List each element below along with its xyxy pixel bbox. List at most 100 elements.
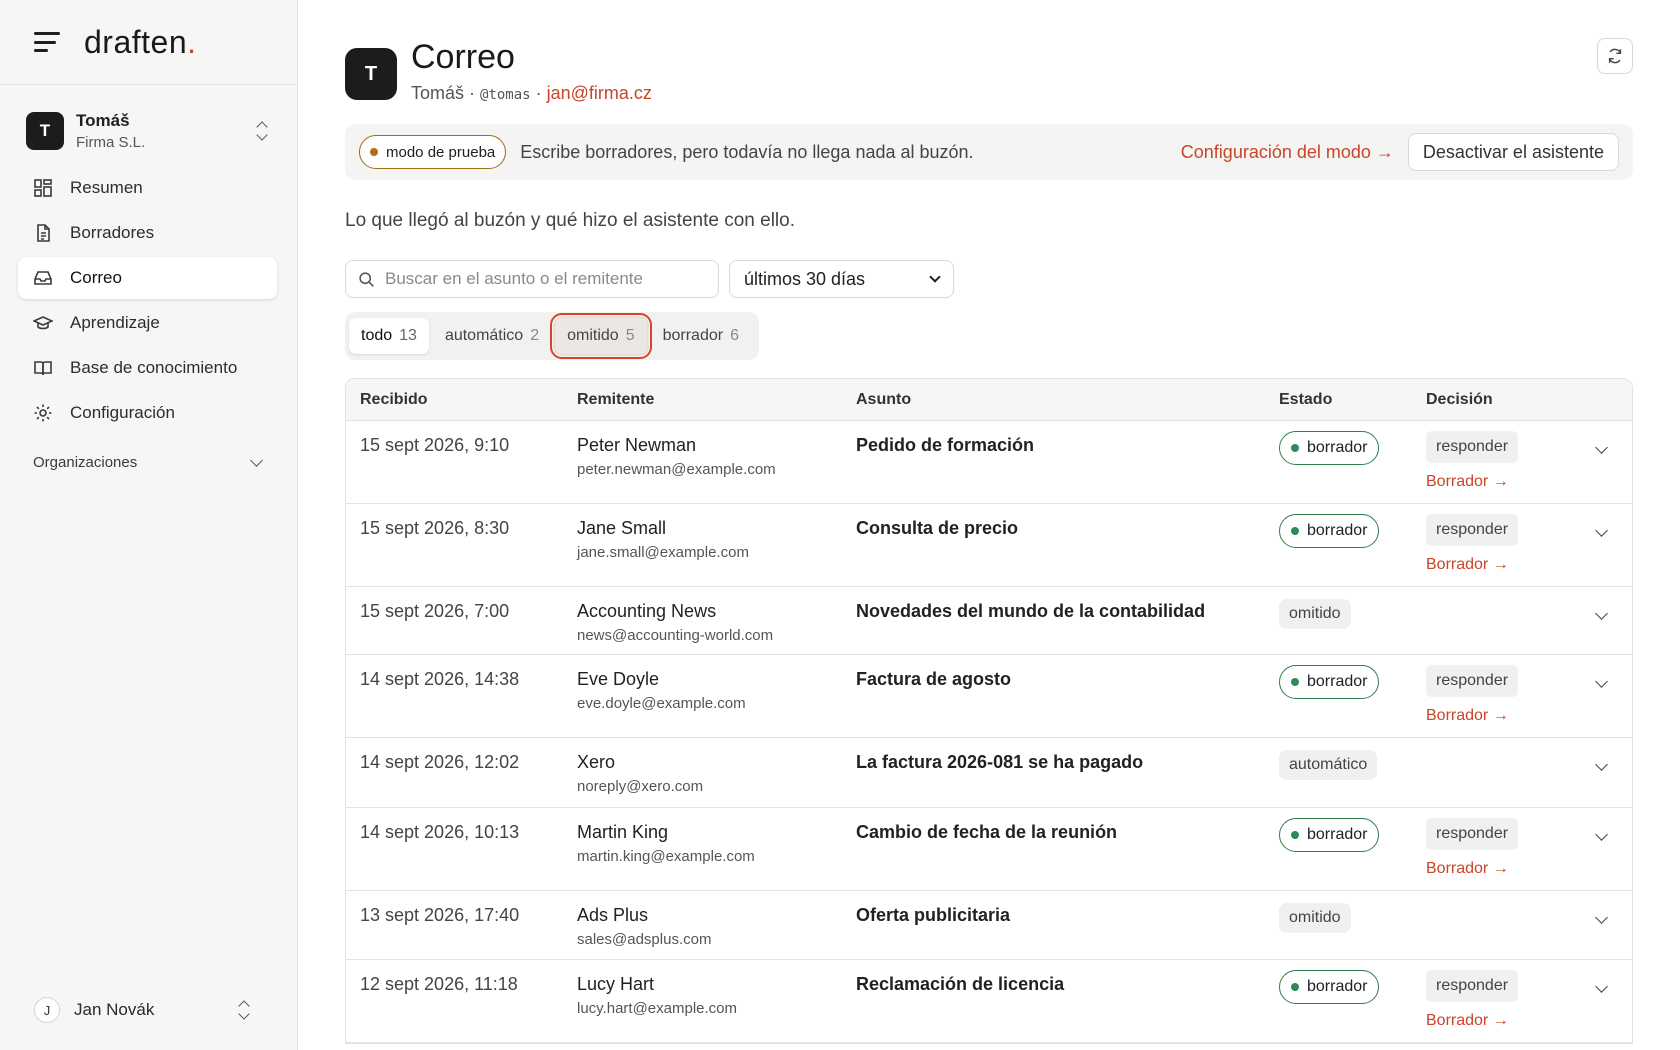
draft-link[interactable]: Borrador → (1426, 860, 1632, 878)
tab-label: automático (444, 327, 524, 344)
tab-automatico[interactable]: automático 2 (433, 318, 551, 354)
mailbox-handle: @tomas (480, 87, 531, 103)
test-mode-banner: modo de prueba Escribe borradores, pero … (345, 124, 1633, 180)
cell-received: 13 sept 2026, 17:40 (360, 905, 520, 925)
status-badge: borrador (1279, 665, 1380, 699)
cell-sender-name: Xero (577, 752, 616, 772)
cell-received: 15 sept 2026, 7:00 (360, 601, 510, 621)
sidebar-item-aprendizaje[interactable]: Aprendizaje (18, 302, 277, 344)
status-dot-icon (1291, 983, 1299, 991)
cell-received: 14 sept 2026, 12:02 (360, 752, 520, 772)
draft-link[interactable]: Borrador → (1426, 556, 1632, 574)
banner-message: Escribe borradores, pero todavía no lleg… (520, 141, 974, 162)
table-row[interactable]: 14 sept 2026, 12:02 Xero noreply@xero.com… (346, 738, 1632, 808)
disable-assistant-button[interactable]: Desactivar el asistente (1407, 133, 1619, 171)
organizations-toggle[interactable]: Organizaciones (33, 454, 263, 471)
tab-borrador[interactable]: borrador 6 (651, 318, 751, 354)
status-dot-icon (1291, 527, 1299, 535)
cell-sender-email: sales@adsplus.com (577, 931, 712, 948)
gear-icon (33, 403, 53, 423)
cell-received: 14 sept 2026, 14:38 (360, 669, 520, 689)
cell-sender-email: news@accounting-world.com (577, 627, 774, 644)
cell-sender-email: lucy.hart@example.com (577, 1000, 738, 1017)
mailbox-avatar: T (345, 48, 397, 100)
sidebar-item-correo[interactable]: Correo (18, 257, 277, 299)
decision-badge: responder (1426, 431, 1519, 463)
tab-label: omitido (567, 327, 619, 344)
chevron-down-icon (929, 270, 941, 283)
sidebar-item-borradores[interactable]: Borradores (18, 212, 277, 254)
refresh-button[interactable] (1597, 38, 1633, 74)
cell-subject: Oferta publicitaria (856, 905, 1011, 925)
document-icon (33, 223, 53, 243)
sidebar-item-label: Configuración (70, 403, 175, 422)
book-icon (33, 358, 53, 378)
main-content: T Correo Tomáš · @tomas · jan@firma.cz m… (345, 0, 1633, 1050)
table-header: Recibido Remitente Asunto Estado Decisió… (346, 379, 1632, 421)
status-label: borrador (1307, 978, 1368, 995)
sidebar-item-label: Aprendizaje (70, 313, 160, 332)
tab-omitido[interactable]: omitido 5 (550, 313, 652, 359)
table-row[interactable]: 15 sept 2026, 8:30 Jane Small jane.small@… (346, 504, 1632, 587)
draft-link[interactable]: Borrador → (1426, 473, 1632, 491)
separator: · (464, 83, 481, 103)
cell-sender-name: Peter Newman (577, 435, 697, 455)
decision-badge: responder (1426, 514, 1519, 546)
tab-todo[interactable]: todo 13 (349, 318, 429, 354)
table-row[interactable]: 14 sept 2026, 10:13 Martin King martin.ki… (346, 808, 1632, 891)
table-row[interactable]: 15 sept 2026, 9:10 Peter Newman peter.new… (346, 421, 1632, 504)
menu-icon[interactable] (34, 32, 60, 52)
column-header-decision: Decisión (1426, 390, 1493, 408)
mailbox-email[interactable]: jan@firma.cz (547, 83, 652, 103)
sidebar-item-configuracion[interactable]: Configuración (18, 392, 277, 434)
user-menu[interactable]: J Jan Novák (34, 992, 261, 1028)
inbox-icon (33, 268, 53, 288)
mode-settings-link[interactable]: Configuración del modo → (1181, 142, 1394, 163)
sidebar-item-label: Correo (70, 268, 122, 287)
account-company: Firma S.L. (76, 134, 146, 151)
period-select[interactable]: últimos 30 días (729, 260, 954, 298)
refresh-icon (1608, 48, 1622, 64)
cell-sender-email: eve.doyle@example.com (577, 695, 746, 712)
sidebar-item-label: Resumen (70, 178, 143, 197)
sidebar: draften. T Tomáš Firma S.L. Resumen Borr… (0, 0, 298, 1050)
cell-sender-email: noreply@xero.com (577, 778, 704, 795)
sidebar-item-base-de-conocimiento[interactable]: Base de conocimiento (18, 347, 277, 389)
cell-sender-name: Jane Small (577, 518, 667, 538)
sidebar-item-resumen[interactable]: Resumen (18, 167, 277, 209)
grid-icon (33, 178, 53, 198)
tab-count: 2 (530, 327, 540, 344)
status-badge: borrador (1279, 431, 1380, 465)
status-tabs: todo 13 automático 2 omitido 5 borrador 6 (345, 312, 759, 360)
status-badge: borrador (1279, 818, 1380, 852)
mode-badge: modo de prueba (359, 135, 507, 169)
cell-sender-name: Ads Plus (577, 905, 649, 925)
cell-subject: Pedido de formación (856, 435, 1035, 455)
period-selected-value: últimos 30 días (744, 268, 866, 289)
cell-subject: Novedades del mundo de la contabilidad (856, 601, 1206, 621)
draft-link[interactable]: Borrador → (1426, 1012, 1632, 1030)
table-row[interactable]: 12 sept 2026, 11:18 Lucy Hart lucy.hart@e… (346, 960, 1632, 1043)
cell-sender-name: Lucy Hart (577, 974, 655, 994)
column-header-estado: Estado (1279, 390, 1333, 408)
chevron-updown-icon (237, 1000, 251, 1020)
cell-subject: Cambio de fecha de la reunión (856, 822, 1118, 842)
table-row[interactable]: 14 sept 2026, 14:38 Eve Doyle eve.doyle@e… (346, 655, 1632, 738)
search-input[interactable] (385, 269, 705, 289)
draft-link[interactable]: Borrador → (1426, 707, 1632, 725)
status-label: borrador (1307, 826, 1368, 843)
cell-received: 12 sept 2026, 11:18 (360, 974, 518, 994)
cell-subject: La factura 2026-081 se ha pagado (856, 752, 1144, 772)
mailbox-identity: Tomáš · @tomas · jan@firma.cz (411, 83, 652, 104)
table-row[interactable]: 13 sept 2026, 17:40 Ads Plus sales@adsplu… (346, 891, 1632, 960)
status-label: borrador (1307, 673, 1368, 690)
account-avatar: T (26, 112, 64, 150)
cell-received: 15 sept 2026, 9:10 (360, 435, 510, 455)
account-switcher[interactable]: T Tomáš Firma S.L. (26, 107, 279, 155)
search-box[interactable] (345, 260, 719, 298)
table-row[interactable]: 15 sept 2026, 7:00 Accounting News news@a… (346, 587, 1632, 655)
organizations-label: Organizaciones (33, 454, 138, 471)
tab-label: borrador (662, 327, 724, 344)
page-description: Lo que llegó al buzón y qué hizo el asis… (345, 210, 795, 231)
cell-subject: Consulta de precio (856, 518, 1019, 538)
